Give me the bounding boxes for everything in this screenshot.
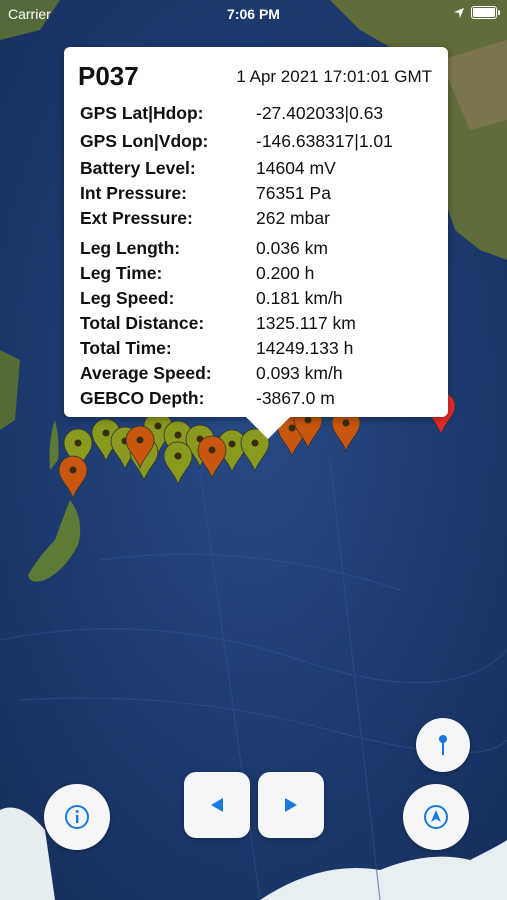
field-label: Leg Time: [80, 263, 163, 283]
marker-dot [69, 466, 77, 474]
field-value: 0.200 h [256, 263, 315, 283]
triangle-left-icon [211, 798, 223, 812]
marker-dot [136, 436, 144, 444]
callout-field: Leg Length: 0.036 km [80, 238, 440, 262]
field-value: 0.093 km/h [256, 363, 343, 383]
float-info-callout: P037 1 Apr 2021 17:01:01 GMT GPS Lat|Hdo… [64, 47, 448, 439]
marker-dot [228, 440, 236, 448]
marker-dot [74, 439, 82, 447]
callout-field: GPS Lon|Vdop: -146.638317|1.01 [80, 131, 440, 155]
marker-dot [208, 446, 216, 454]
pin-icon [439, 735, 447, 755]
field-label: Ext Pressure: [80, 208, 193, 228]
callout-field: Battery Level: 14604 mV [80, 158, 440, 182]
status-icons [453, 6, 500, 19]
marker-dot [342, 419, 350, 427]
callout-header: P037 1 Apr 2021 17:01:01 GMT [78, 61, 432, 93]
callout-field: Total Time: 14249.133 h [80, 338, 440, 362]
callout-field: GEBCO Depth: -3867.0 m [80, 388, 440, 412]
callout-field: Int Pressure: 76351 Pa [80, 183, 440, 207]
triangle-right-icon [285, 798, 297, 812]
field-label: Total Time: [80, 338, 172, 358]
field-value: 14249.133 h [256, 338, 354, 358]
report-datetime: 1 Apr 2021 17:01:01 GMT [236, 67, 432, 86]
callout-field: Leg Speed: 0.181 km/h [80, 288, 440, 312]
marker-dot [154, 422, 162, 430]
field-label: Leg Speed: [80, 288, 175, 308]
marker-dot [304, 416, 312, 424]
field-label: Battery Level: [80, 158, 196, 178]
next-button[interactable] [258, 772, 324, 838]
field-label: Average Speed: [80, 363, 212, 383]
callout-field: Total Distance: 1325.117 km [80, 313, 440, 337]
info-icon [65, 805, 89, 829]
info-button[interactable] [44, 784, 110, 850]
field-value: 14604 mV [256, 158, 336, 178]
pin-button[interactable] [416, 718, 470, 772]
field-label: Leg Length: [80, 238, 181, 258]
field-value: 0.036 km [256, 238, 328, 258]
previous-button[interactable] [184, 772, 250, 838]
callout-field: Leg Time: 0.200 h [80, 263, 440, 287]
clock: 7:06 PM [227, 6, 280, 22]
field-value: 1325.117 km [256, 313, 356, 333]
field-label: GPS Lat|Hdop: [80, 103, 204, 123]
battery-icon [471, 6, 500, 19]
marker-dot [102, 429, 110, 437]
location-arrow-icon [454, 7, 464, 18]
field-value: 76351 Pa [256, 183, 331, 203]
status-bar: Carrier 7:06 PM [0, 0, 507, 30]
marker-dot [174, 431, 182, 439]
field-label: GEBCO Depth: [80, 388, 205, 408]
field-label: Int Pressure: [80, 183, 187, 203]
field-value: 262 mbar [256, 208, 330, 228]
field-value: 0.181 km/h [256, 288, 343, 308]
callout-field: GPS Lat|Hdop: -27.402033|0.63 [80, 103, 440, 127]
marker-dot [251, 439, 259, 447]
locate-button[interactable] [403, 784, 469, 850]
field-value: -146.638317|1.01 [256, 131, 393, 151]
callout-field: Average Speed: 0.093 km/h [80, 363, 440, 387]
field-label: Total Distance: [80, 313, 205, 333]
field-value: -3867.0 m [256, 388, 335, 408]
callout-field: Ext Pressure: 262 mbar [80, 208, 440, 232]
float-id: P037 [78, 61, 139, 91]
location-arrow-icon [424, 805, 448, 829]
field-label: GPS Lon|Vdop: [80, 131, 209, 151]
marker-dot [174, 452, 182, 460]
field-value: -27.402033|0.63 [256, 103, 384, 123]
